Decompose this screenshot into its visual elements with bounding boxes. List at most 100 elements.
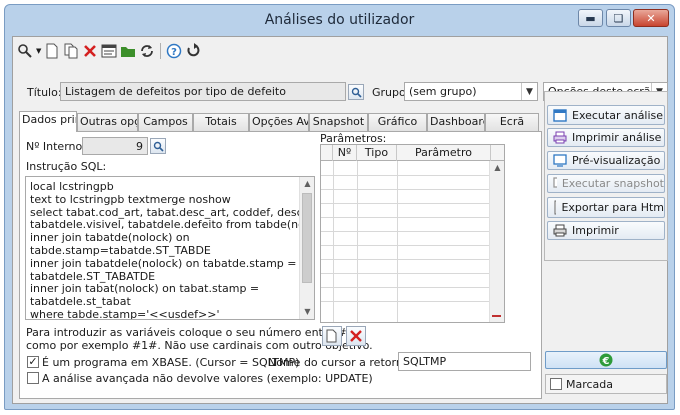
help-icon[interactable]: ?	[166, 43, 182, 59]
numero-interno-field[interactable]: 9	[82, 137, 148, 155]
scroll-up-icon[interactable]: ▲	[300, 177, 314, 191]
delete-icon	[350, 330, 362, 342]
grupo-select[interactable]: (sem grupo) ▼	[404, 82, 538, 101]
executar-analise-label: Executar análise	[572, 108, 664, 122]
execute-icon	[553, 108, 567, 122]
search-icon	[351, 87, 362, 98]
imprimir-analise-label: Imprimir análise	[572, 131, 662, 144]
tab-snapshot[interactable]: Snapshot	[309, 113, 368, 131]
tab-outras-opcoes[interactable]: Outras opçõ	[77, 113, 138, 131]
folder-icon[interactable]	[120, 43, 136, 59]
sql-line: where tabde.stamp='<<usdef>>'	[30, 307, 220, 320]
numero-interno-label: Nº Interno:	[26, 140, 86, 153]
grupo-select-value: (sem grupo)	[409, 85, 477, 98]
search-dropdown-icon[interactable]: ▼	[36, 47, 41, 55]
titulo-search-button[interactable]	[348, 84, 364, 100]
euro-icon: €	[599, 353, 613, 367]
marcada-toggle[interactable]: Marcada	[545, 374, 667, 394]
numero-interno-value: 9	[136, 140, 143, 153]
search-icon[interactable]	[17, 43, 33, 59]
executar-analise-button[interactable]: Executar análise	[547, 105, 665, 125]
tab-dados-principais[interactable]: Dados princ	[19, 111, 77, 132]
grid-col-parametro[interactable]: Parâmetro	[397, 145, 491, 161]
minimize-button[interactable]: ▬	[578, 9, 603, 27]
sql-line: tabde.stamp=tabatde.ST_TABDE	[30, 243, 211, 257]
pre-visualizacao-button[interactable]: Pré-visualização	[547, 151, 665, 170]
new-parameter-button[interactable]	[322, 326, 342, 346]
tab-opcoes-avancadas[interactable]: Opções Ava	[249, 113, 309, 131]
restore-icon: ❏	[613, 11, 624, 25]
delete-icon[interactable]	[82, 43, 98, 59]
tab-totais[interactable]: Totais	[193, 113, 249, 131]
sql-text: local lcstringpb text to lcstringpb text…	[30, 180, 314, 320]
scroll-up-icon[interactable]: ▲	[490, 161, 504, 175]
title-bar[interactable]: Análises do utilizador ▬ ❏ ✕	[5, 5, 674, 35]
svg-text:?: ?	[171, 47, 177, 58]
tab-ecra[interactable]: Ecrã	[485, 113, 539, 131]
imprimir-label: Imprimir	[572, 224, 619, 237]
tab-campos[interactable]: Campos	[138, 113, 193, 131]
chevron-down-icon[interactable]: ▼	[521, 83, 537, 100]
sql-line: text to lcstringpb textmerge noshow	[30, 192, 231, 206]
grid-scrollbar[interactable]: ▲ ▼	[489, 161, 504, 322]
sql-editor[interactable]: local lcstringpb text to lcstringpb text…	[25, 176, 315, 320]
copy-icon[interactable]	[63, 43, 79, 59]
avancada-label: A análise avançada não devolve valores (…	[42, 372, 373, 385]
numero-interno-search-button[interactable]	[150, 138, 166, 154]
executar-snapshot-button[interactable]: Executar snapshot	[547, 174, 665, 193]
new-document-icon[interactable]	[44, 43, 60, 59]
grid-row	[321, 273, 489, 274]
reload-icon[interactable]	[185, 43, 201, 59]
new-document-icon	[326, 329, 337, 343]
sql-scrollbar[interactable]: ▲ ▼	[299, 177, 314, 319]
tab-grafico[interactable]: Gráfico	[368, 113, 427, 131]
tab-dashboard[interactable]: Dashboard	[427, 113, 485, 131]
grid-corner-icon[interactable]	[490, 311, 503, 321]
avancada-checkbox[interactable]	[27, 372, 39, 384]
cursor-label: Nome do cursor a retornar:	[268, 356, 418, 369]
euro-button[interactable]: €	[545, 351, 667, 369]
toolbar: ▼ ?	[17, 41, 201, 61]
grid-divider	[357, 161, 358, 322]
window-title: Análises do utilizador	[264, 12, 415, 28]
grid-col-tipo[interactable]: Tipo	[357, 145, 397, 161]
snapshot-icon	[553, 177, 557, 188]
pre-visualizacao-label: Pré-visualização	[572, 154, 661, 167]
marcada-checkbox[interactable]	[550, 378, 562, 390]
scrollbar-thumb[interactable]	[302, 193, 312, 283]
restore-button[interactable]: ❏	[606, 9, 631, 27]
grid-row	[321, 203, 489, 204]
close-icon: ✕	[646, 11, 656, 25]
grid-row	[321, 175, 489, 176]
grid-row	[321, 245, 489, 246]
grid-row	[321, 189, 489, 190]
main-window: Análises do utilizador ▬ ❏ ✕ ▼ ? Título:…	[4, 4, 675, 410]
grid-header: Nº Tipo Parâmetro	[321, 145, 504, 161]
titulo-field[interactable]: Listagem de defeitos por tipo de defeito	[60, 82, 346, 101]
instrucao-sql-label: Instrução SQL:	[26, 160, 107, 173]
exportar-htm-button[interactable]: Exportar para Htm	[547, 197, 665, 218]
hint-line-1: Para introduzir as variáveis coloque o s…	[26, 326, 351, 339]
delete-parameter-button[interactable]	[346, 326, 366, 346]
grid-row	[321, 217, 489, 218]
xbase-checkbox[interactable]: ✓	[27, 356, 39, 368]
grid-indicator-col	[321, 145, 333, 161]
cursor-field[interactable]: SQLTMP	[398, 352, 531, 371]
toolbar-separator	[160, 43, 162, 59]
sql-line: inner join tabatdele(nolock) on tabatde.…	[30, 256, 297, 270]
grid-col-numero[interactable]: Nº	[333, 145, 357, 161]
parametros-grid[interactable]: Nº Tipo Parâmetro ▲	[320, 144, 505, 323]
grid-row	[321, 287, 489, 288]
imprimir-button[interactable]: Imprimir	[547, 221, 665, 240]
grid-row	[321, 231, 489, 232]
printer-icon	[553, 131, 567, 144]
grid-row	[321, 301, 489, 302]
printer-icon	[553, 224, 567, 237]
grid-divider	[397, 161, 398, 322]
close-button[interactable]: ✕	[633, 9, 669, 27]
properties-icon[interactable]	[101, 43, 117, 59]
scroll-down-icon[interactable]: ▼	[300, 305, 314, 319]
refresh-icon[interactable]	[139, 43, 155, 59]
exportar-htm-label: Exportar para Htm	[561, 201, 664, 214]
imprimir-analise-button[interactable]: Imprimir análise	[547, 128, 665, 147]
